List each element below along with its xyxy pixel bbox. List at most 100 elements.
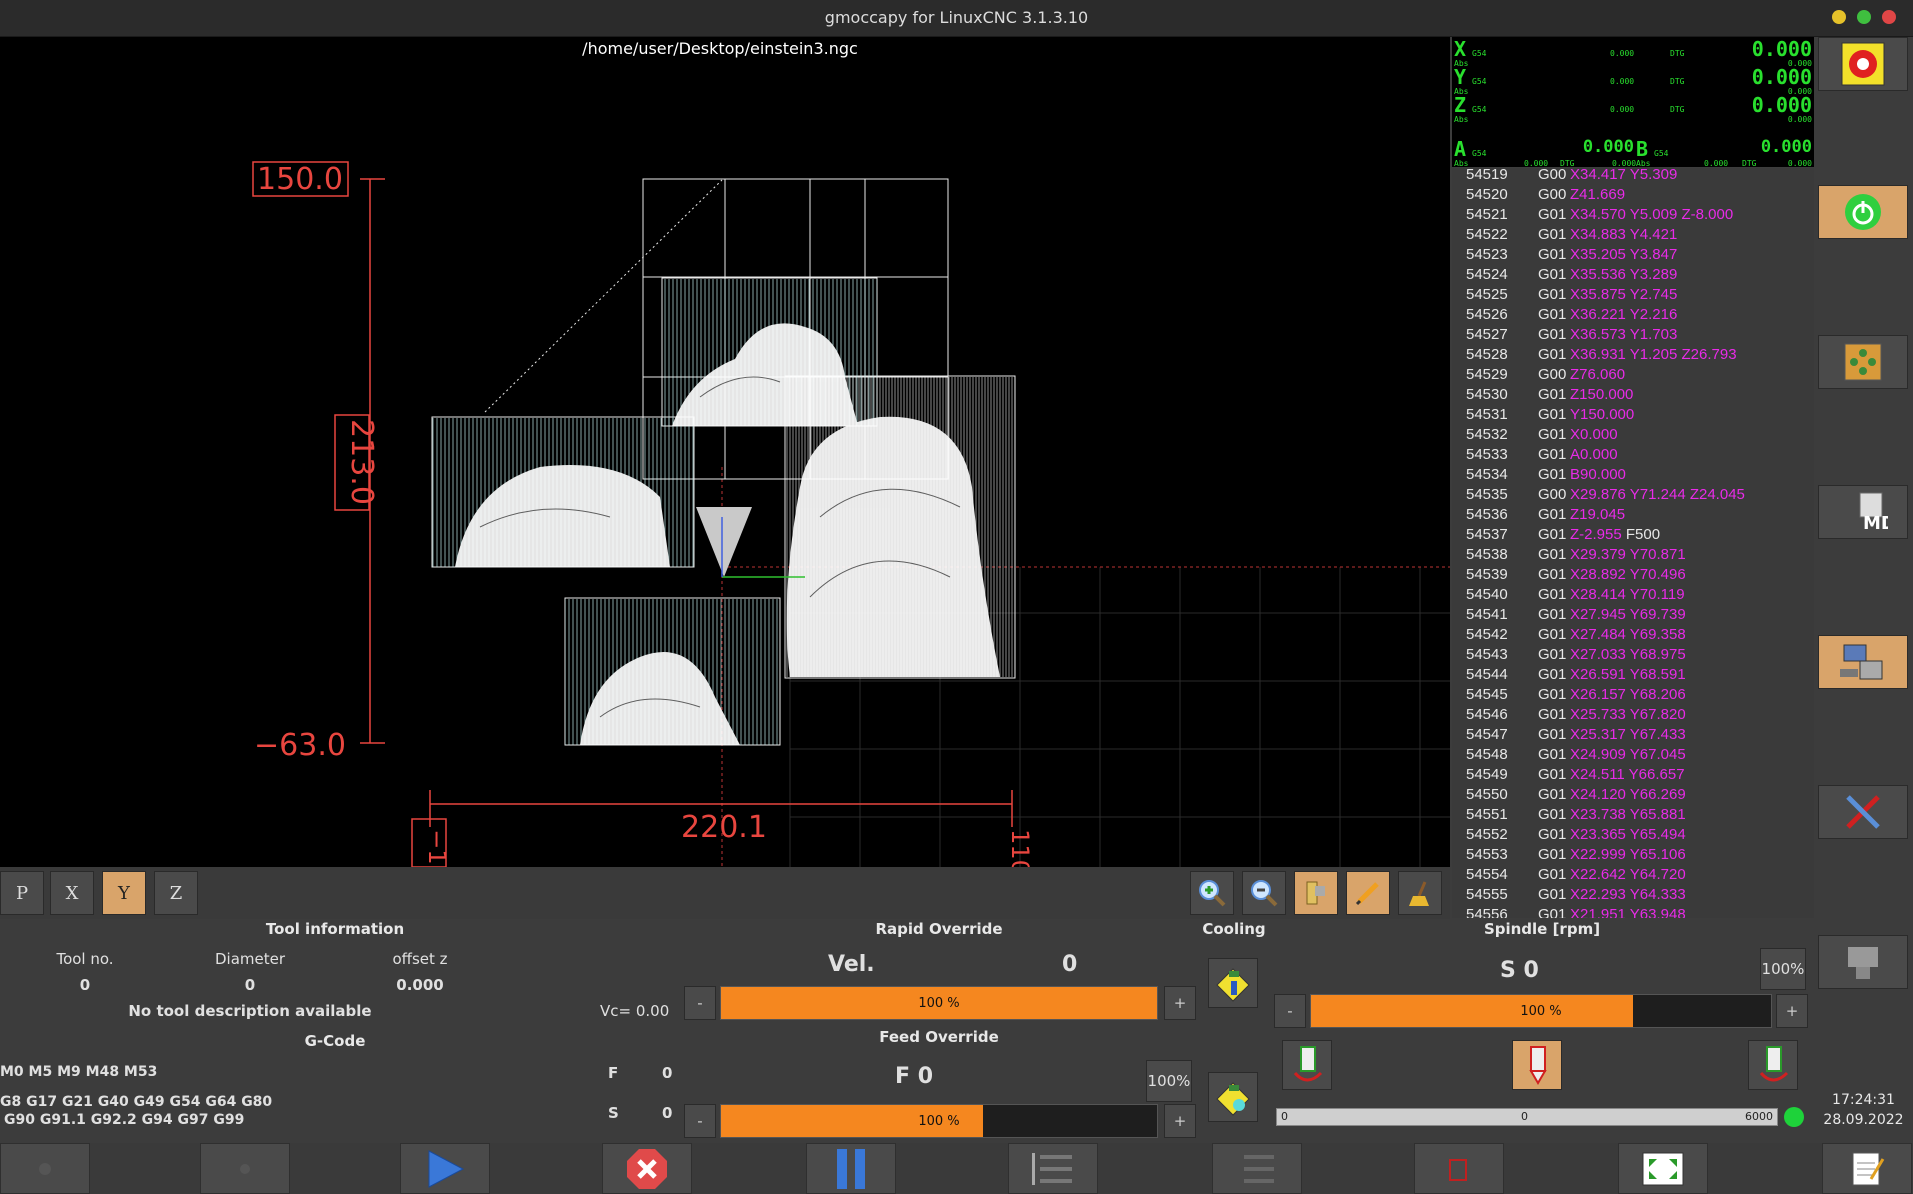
stop-program-button[interactable] <box>602 1143 692 1194</box>
feed-minus-button[interactable]: - <box>684 1104 716 1138</box>
gcode-arguments-value: X22.293 Y64.333 <box>1570 886 1686 903</box>
machine-power-button[interactable] <box>1818 185 1908 239</box>
gcode-command: G01 <box>1538 246 1567 263</box>
zoom-out-button[interactable] <box>1242 871 1286 915</box>
view-z-button[interactable]: Z <box>154 871 198 915</box>
gcode-line-number: 54538 <box>1466 546 1508 563</box>
gcode-line-number: 54525 <box>1466 286 1508 303</box>
mdi-mode-button[interactable]: MDI <box>1818 485 1908 539</box>
pause-program-button[interactable] <box>806 1143 896 1194</box>
disabled-button-2[interactable] <box>200 1143 290 1194</box>
feed-plus-button[interactable]: + <box>1164 1104 1196 1138</box>
spindle-stop-button[interactable] <box>1512 1040 1562 1090</box>
dro-a-value[interactable]: 0.000 <box>1564 137 1634 157</box>
feed-reset-button[interactable]: 100% <box>1146 1060 1192 1102</box>
step-mode-button[interactable] <box>1212 1143 1302 1194</box>
gcode-command: G01 <box>1538 386 1567 403</box>
spindle-gauge-current: 0 <box>1521 1110 1528 1123</box>
gcode-listing[interactable]: 54519 G00 X34.417 Y5.309 54520 G00 Z41.669 545… <box>1452 168 1814 918</box>
spindle-reset-button[interactable]: 100% <box>1760 948 1806 990</box>
dro-x-value[interactable]: 0.000 <box>1752 37 1812 61</box>
gcode-preview[interactable]: /home/user/Desktop/einstein3.ngc 150.0 −… <box>0 37 1450 867</box>
gcode-arguments-value: X28.892 Y70.496 <box>1570 566 1686 583</box>
spindle-minus-button[interactable]: - <box>1274 994 1306 1028</box>
view-p-button[interactable]: P <box>0 871 44 915</box>
minimize-button[interactable] <box>1832 10 1846 24</box>
gcode-command: G01 <box>1538 546 1567 563</box>
view-x-button[interactable]: X <box>50 871 94 915</box>
flood-coolant-button[interactable] <box>1208 958 1258 1008</box>
gcode-line-number: 54524 <box>1466 266 1508 283</box>
gcode-line-number: 54540 <box>1466 586 1508 603</box>
view-y-button[interactable]: Y <box>102 871 146 915</box>
mist-coolant-button[interactable] <box>1208 1072 1258 1122</box>
right-sidebar: MDI 17:24:31 28.09.2022 <box>1816 37 1913 1194</box>
disabled-button-1[interactable] <box>0 1143 90 1194</box>
zoom-in-button[interactable] <box>1190 871 1234 915</box>
clear-plot-button[interactable] <box>1398 871 1442 915</box>
dro-z-value[interactable]: 0.000 <box>1752 93 1812 117</box>
run-program-button[interactable] <box>400 1143 490 1194</box>
gcode-line-number: 54545 <box>1466 686 1508 703</box>
settings-mode-button[interactable] <box>1818 785 1908 839</box>
dro-b-dtg: 0.000 <box>1787 159 1812 168</box>
feed-label: F <box>608 1064 619 1082</box>
gcode-line-number: 54544 <box>1466 666 1508 683</box>
gcode-arguments-value: X26.591 Y68.591 <box>1570 666 1686 683</box>
gcode-command: G01 <box>1538 686 1567 703</box>
feed-override-slider[interactable]: 100 % <box>720 1104 1158 1138</box>
spindle-plus-button[interactable]: + <box>1776 994 1808 1028</box>
fullscreen-button[interactable] <box>1618 1143 1708 1194</box>
rapid-plus-button[interactable]: + <box>1164 986 1196 1020</box>
gcode-line-number: 54521 <box>1466 206 1508 223</box>
cooling-title: Cooling <box>1202 920 1266 938</box>
dro-b-dtg-label: DTG <box>1742 159 1757 168</box>
rapid-minus-button[interactable]: - <box>684 986 716 1020</box>
edit-button[interactable] <box>1414 1143 1504 1194</box>
feed-override-panel: Feed Override F 0 100% - 100 % + <box>680 1026 1200 1141</box>
spindle-forward-button[interactable] <box>1282 1040 1332 1090</box>
open-editor-button[interactable] <box>1822 1143 1912 1194</box>
gcode-arguments-value: Y150.000 <box>1570 406 1635 423</box>
dro-y-value[interactable]: 0.000 <box>1752 65 1812 89</box>
notepad-icon <box>1852 1152 1885 1185</box>
gcode-command: G00 <box>1538 186 1567 203</box>
feed-override-value: F 0 <box>895 1064 933 1089</box>
gcode-command: G01 <box>1538 706 1567 723</box>
gcode-command: G00 <box>1538 486 1567 503</box>
run-from-line-button[interactable] <box>1008 1143 1098 1194</box>
gcode-arguments: Z41.669 <box>1570 186 1625 203</box>
jog-keypad-icon <box>1844 343 1882 381</box>
maximize-button[interactable] <box>1857 10 1871 24</box>
dro-y-system: G54 <box>1472 77 1487 86</box>
auto-mode-button[interactable] <box>1818 635 1908 689</box>
user-tabs-button[interactable] <box>1818 935 1908 989</box>
gcode-line-number: 54546 <box>1466 706 1508 723</box>
gcode-line-number: 54530 <box>1466 386 1508 403</box>
show-dimensions-button[interactable] <box>1294 871 1338 915</box>
show-toolpath-button[interactable] <box>1346 871 1390 915</box>
close-button[interactable] <box>1882 10 1896 24</box>
estop-button[interactable] <box>1818 37 1908 91</box>
gcode-line-number: 54519 <box>1466 168 1508 183</box>
manual-mode-button[interactable] <box>1818 335 1908 389</box>
gcode-command: G01 <box>1538 586 1567 603</box>
gcode-arguments: X21.951 Y63.948 <box>1570 906 1686 918</box>
gcode-line-number: 54535 <box>1466 486 1508 503</box>
dro-a-abs-label: Abs <box>1454 159 1469 168</box>
tool-no-label: Tool no. <box>56 950 114 968</box>
dro-a-axis-label: A <box>1454 137 1467 161</box>
gcode-arguments: X36.573 Y1.703 <box>1570 326 1677 343</box>
gcode-arguments-value: X34.570 Y5.009 Z-8.000 <box>1570 206 1734 223</box>
spindle-reverse-button[interactable] <box>1748 1040 1798 1090</box>
gcode-arguments: X34.883 Y4.421 <box>1570 226 1677 243</box>
gcode-line-number: 54539 <box>1466 566 1508 583</box>
velocity-value: 0 <box>1062 952 1078 977</box>
rapid-override-slider[interactable]: 100 % <box>720 986 1158 1020</box>
gcode-arguments-value: X34.417 Y5.309 <box>1570 168 1678 183</box>
dro-x-axis-label: X <box>1454 37 1467 61</box>
spindle-override-slider[interactable]: 100 % <box>1310 994 1772 1028</box>
dro-b-value[interactable]: 0.000 <box>1761 137 1812 157</box>
dro-y-abs: 0.000 <box>1610 77 1635 86</box>
gcode-arguments-value: X27.945 Y69.739 <box>1570 606 1686 623</box>
